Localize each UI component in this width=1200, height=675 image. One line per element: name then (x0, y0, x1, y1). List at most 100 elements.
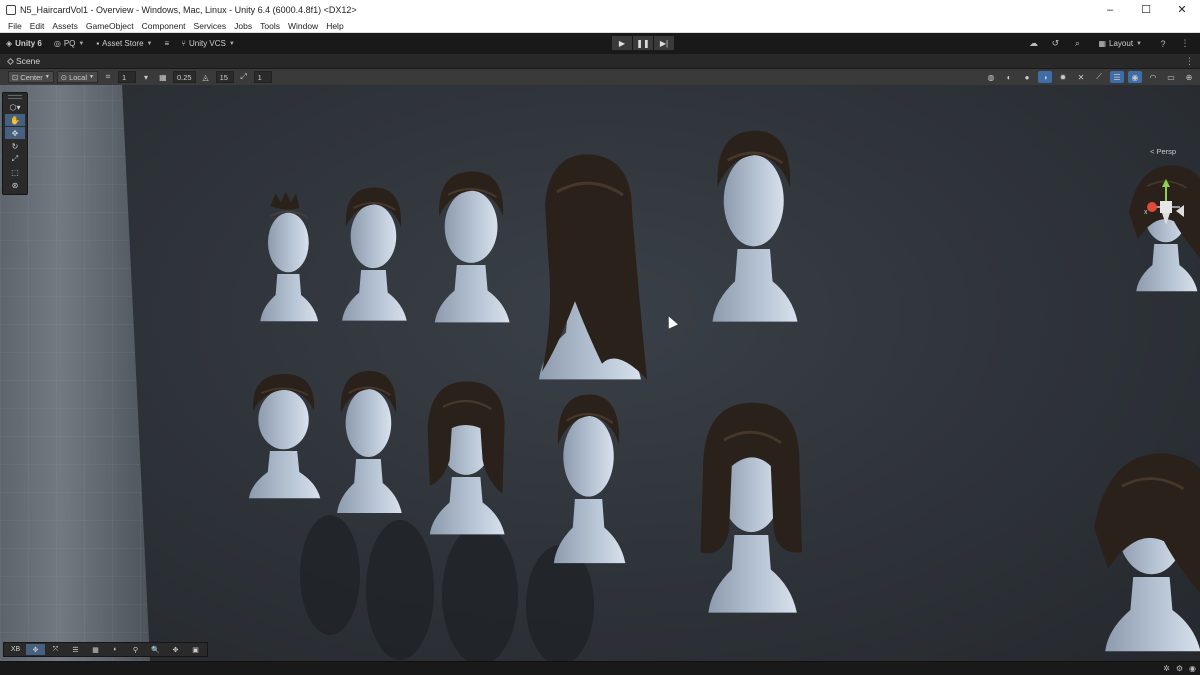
shaded-icon[interactable]: ● (1020, 71, 1034, 83)
overlay-frame-icon[interactable]: ▣ (186, 644, 205, 655)
scene-tab-icon (6, 57, 15, 65)
menu-services[interactable]: Services (190, 21, 231, 31)
hair-model-4[interactable] (512, 145, 662, 395)
hair-model-3[interactable] (415, 163, 525, 333)
move-tool-icon[interactable]: ✥ (5, 127, 25, 139)
maximize-button[interactable]: ☐ (1128, 0, 1164, 19)
asset-store-dropdown[interactable]: ▪ Asset Store ▼ (90, 36, 158, 52)
menu-tools[interactable]: Tools (256, 21, 284, 31)
menu-jobs[interactable]: Jobs (230, 21, 256, 31)
help-icon[interactable]: ? (1156, 37, 1170, 51)
menu-window[interactable]: Window (284, 21, 322, 31)
chevron-down-icon: ▼ (44, 74, 50, 80)
layout-label: Layout (1109, 39, 1134, 48)
more-options-icon[interactable]: ⋮ (1178, 37, 1192, 51)
overlay-move-icon[interactable]: ✥ (26, 644, 45, 655)
hair-model-8[interactable] (410, 375, 520, 545)
overlay-lighting-icon[interactable]: ◐ (106, 644, 125, 655)
perspective-toggle[interactable]: < Persp (1150, 147, 1176, 156)
shaded-wireframe-icon[interactable]: ◐ (1002, 71, 1016, 83)
pivot-icon: ⊡ (12, 72, 19, 82)
overlay-expand-icon[interactable]: ⤧ (46, 644, 65, 655)
hair-model-5[interactable] (690, 120, 815, 335)
cloud-icon[interactable]: ☁ (1026, 37, 1040, 51)
settings-icon[interactable]: ⚙ (1176, 664, 1183, 673)
effects-icon[interactable]: ⟋ (1092, 71, 1106, 83)
audio-off-icon[interactable]: ✕ (1074, 71, 1088, 83)
close-button[interactable]: ✕ (1164, 0, 1200, 19)
asset-store-label: Asset Store (102, 39, 144, 48)
pause-button[interactable]: ❚❚ (633, 36, 653, 50)
account-dropdown[interactable]: ◎ PQ ▼ (48, 36, 91, 52)
menu-help[interactable]: Help (322, 21, 347, 31)
chevron-down-icon[interactable]: ▾ (139, 71, 153, 83)
history-icon[interactable]: ↺ (1048, 37, 1062, 51)
unity-account-button[interactable]: ◈ Unity 6 (0, 36, 48, 52)
tab-menu-icon[interactable]: ⋮ (1185, 56, 1194, 67)
chevron-down-icon: ▼ (78, 40, 85, 47)
menu-file[interactable]: File (4, 21, 26, 31)
bag-icon: ▪ (96, 39, 100, 48)
wireframe-globe-icon[interactable]: ◍ (984, 71, 998, 83)
palette-drag-handle[interactable] (8, 95, 22, 99)
pivot-rotation-dropdown[interactable]: ⊙ Local ▼ (56, 71, 98, 83)
step-button[interactable]: ▶| (654, 36, 674, 50)
grid-snap-icon[interactable]: ▦ (156, 71, 170, 83)
transform-tool-icon[interactable]: ⊛ (5, 179, 25, 191)
rotate-snap-field[interactable]: 15 (215, 71, 234, 83)
overlay-brush-icon[interactable]: ⚲ (126, 644, 145, 655)
visibility-icon[interactable]: ◉ (1128, 71, 1142, 83)
scale-snap-icon[interactable]: ⤢ (237, 71, 251, 83)
play-button[interactable]: ▶ (612, 36, 632, 50)
scale-snap-field[interactable]: 1 (253, 71, 272, 83)
debug-icon[interactable]: ✲ (1163, 664, 1170, 673)
lighting-dropdown-icon[interactable]: ✹ (1056, 71, 1070, 83)
layout-dropdown[interactable]: ▦ Layout ▼ (1092, 36, 1148, 52)
scale-tool-icon[interactable]: ⤢ (5, 153, 25, 165)
hair-model-7[interactable] (320, 363, 415, 523)
overlay-grid-icon[interactable]: ▦ (86, 644, 105, 655)
grid-visibility-icon[interactable]: ⌗ (101, 71, 115, 83)
overlay-pan-icon[interactable]: ✥ (166, 644, 185, 655)
overlay-list-icon[interactable]: ☰ (66, 644, 85, 655)
scene-viewport[interactable]: x (0, 85, 1200, 661)
unity-version-label: Unity 6 (15, 39, 42, 48)
minimize-button[interactable]: – (1092, 0, 1128, 19)
window-title: N5_HaircardVol1 - Overview - Windows, Ma… (20, 4, 357, 15)
search-icon[interactable]: ⌕ (1070, 37, 1084, 51)
pivot-mode-dropdown[interactable]: ⊡ Center ▼ (8, 71, 54, 83)
hair-model-2[interactable] (325, 180, 420, 330)
hair-model-1[interactable] (245, 190, 330, 330)
rotate-tool-icon[interactable]: ↻ (5, 140, 25, 152)
hair-model-11[interactable] (1080, 445, 1200, 661)
effects-dropdown-icon[interactable]: ☰ (1110, 71, 1124, 83)
camera-icon[interactable]: ◠ (1146, 71, 1160, 83)
rect-tool-icon[interactable]: ⬚ (5, 166, 25, 178)
tool-dropdown-icon[interactable]: ⬡▾ (5, 101, 25, 113)
check-icon[interactable]: ◉ (1189, 664, 1196, 673)
vcs-icon: ⑂ (181, 39, 186, 48)
layout-icon: ▦ (1098, 39, 1107, 48)
menu-edit[interactable]: Edit (26, 21, 49, 31)
main-toolbar: ◈ Unity 6 ◎ PQ ▼ ▪ Asset Store ▼ ≡ ⑂ Uni… (0, 33, 1200, 54)
menu-gameobject[interactable]: GameObject (82, 21, 138, 31)
overlay-xb-button[interactable]: XB (6, 644, 25, 655)
lit-icon[interactable]: ◑ (1038, 71, 1052, 83)
overlay-search-icon[interactable]: 🔍 (146, 644, 165, 655)
grid-size-field[interactable]: 1 (117, 71, 136, 83)
menu-component[interactable]: Component (138, 21, 190, 31)
collab-button[interactable]: ≡ (158, 36, 175, 52)
hand-tool-icon[interactable]: ✋ (5, 114, 25, 126)
gizmo-axis-x: x (1144, 209, 1148, 216)
snap-increment-field[interactable]: 0.25 (172, 71, 196, 83)
2d-toggle-icon[interactable]: ⊕ (1182, 71, 1196, 83)
gizmos-icon[interactable]: ▭ (1164, 71, 1178, 83)
tab-scene[interactable]: Scene (0, 54, 48, 69)
hair-model-10[interactable] (685, 397, 815, 627)
vcs-dropdown[interactable]: ⑂ Unity VCS ▼ (175, 36, 241, 52)
hair-model-9[interactable] (535, 385, 640, 575)
menu-assets[interactable]: Assets (48, 21, 82, 31)
rotate-snap-icon[interactable]: ◬ (199, 71, 213, 83)
chevron-down-icon: ▼ (228, 40, 235, 47)
chevron-down-icon: ▼ (146, 40, 153, 47)
